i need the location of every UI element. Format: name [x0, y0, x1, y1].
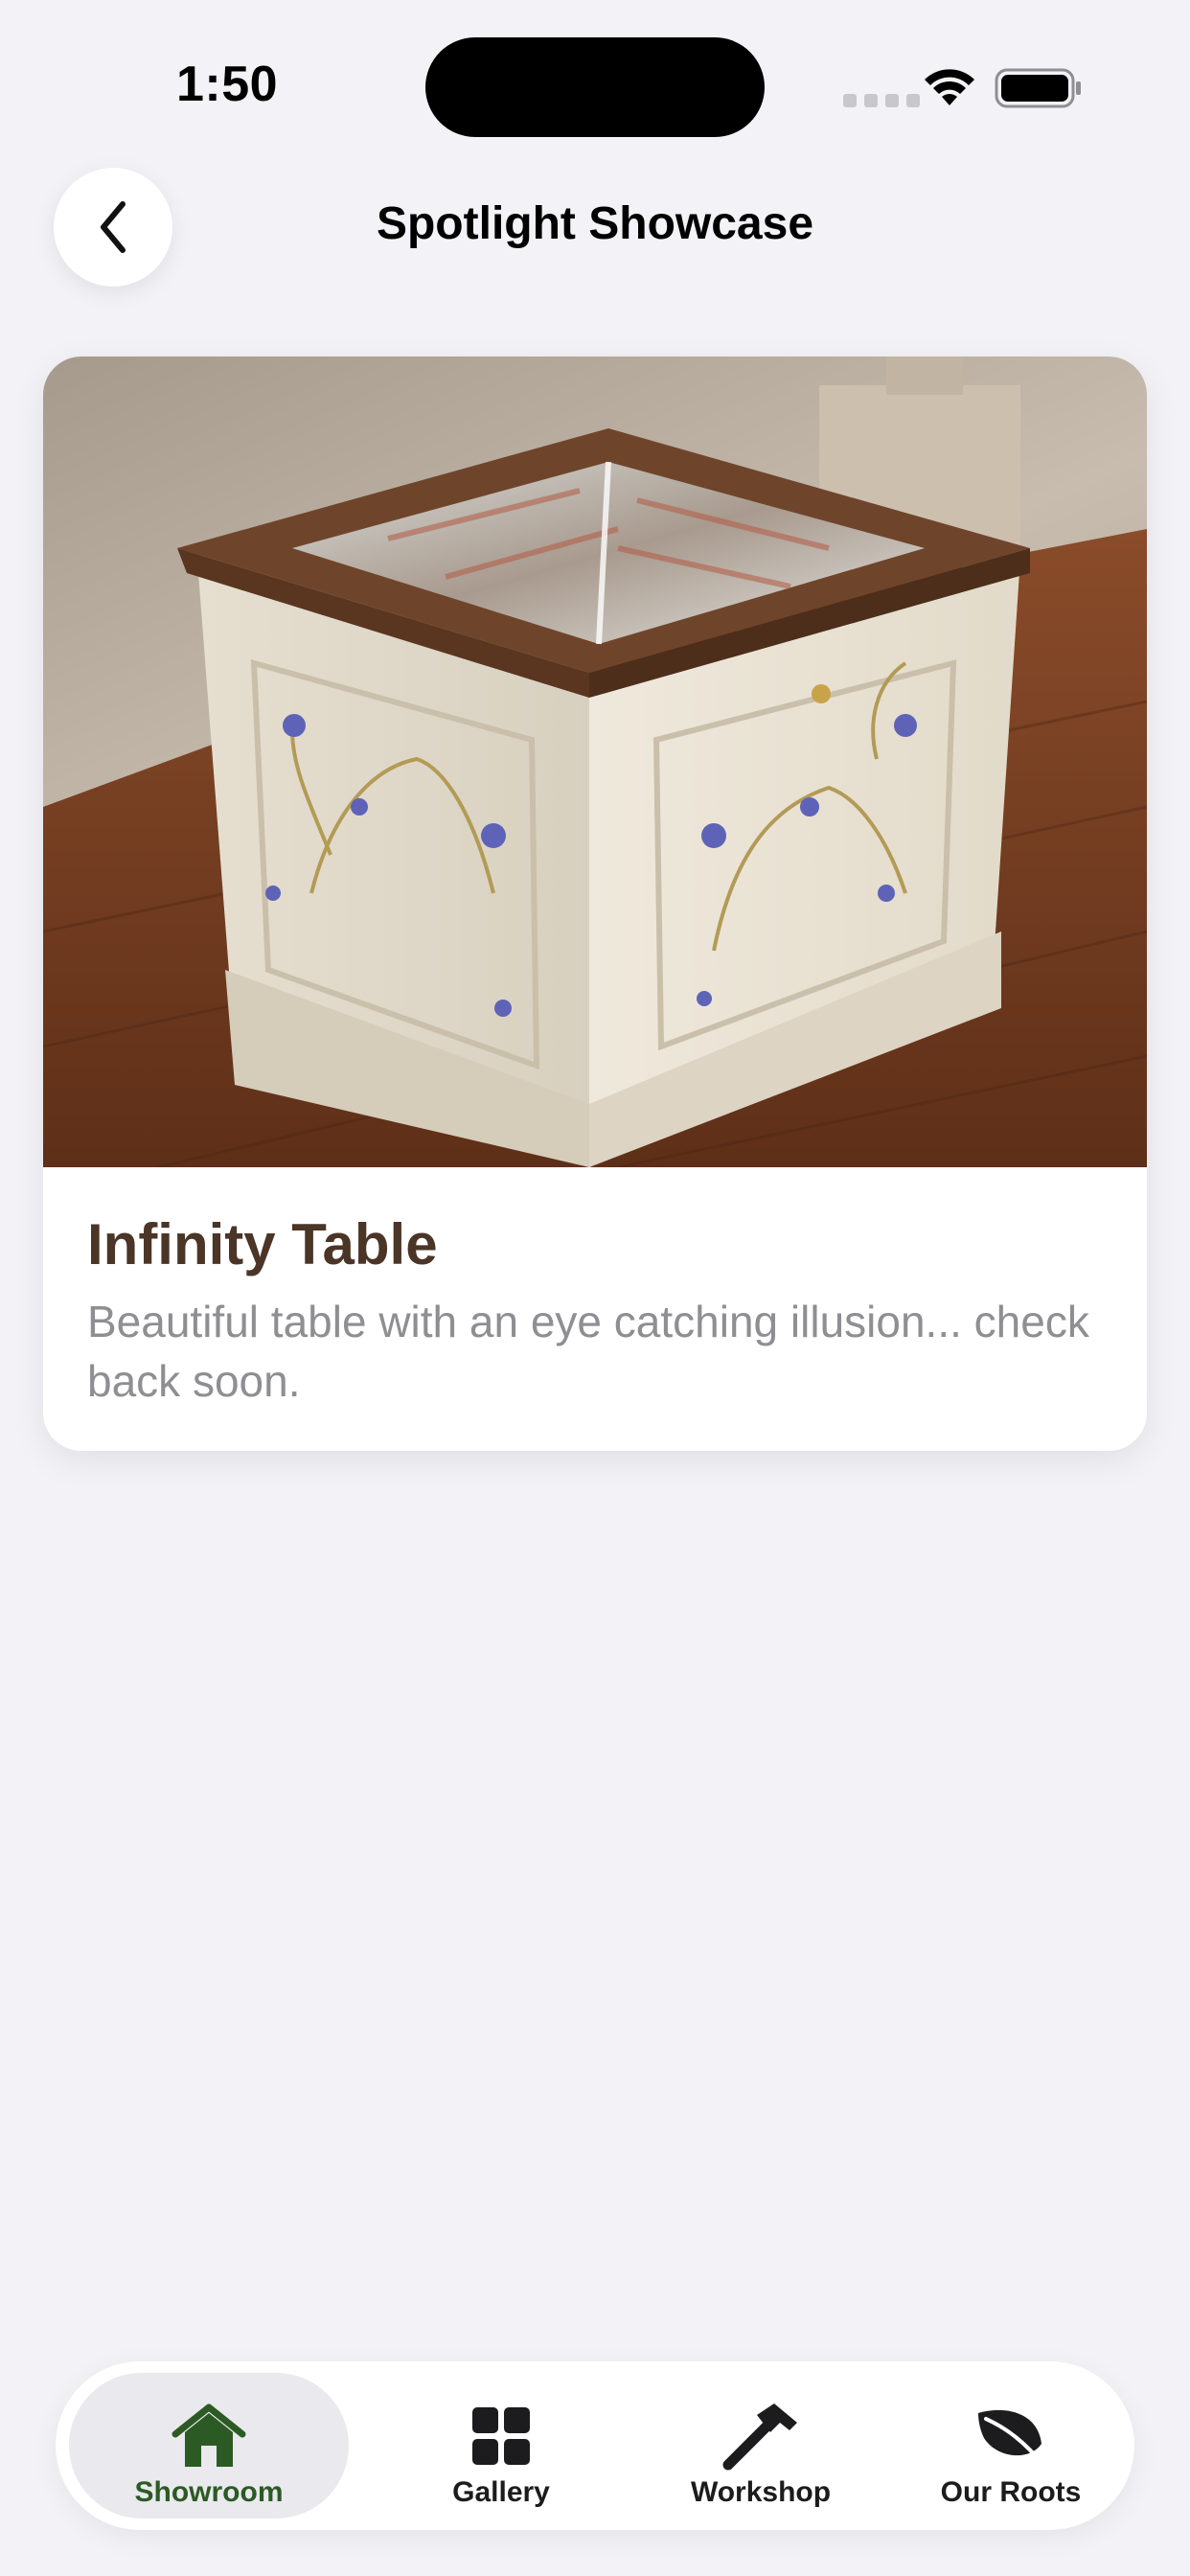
battery-icon — [995, 68, 1081, 108]
status-time: 1:50 — [176, 57, 279, 112]
card-title: Infinity Table — [87, 1212, 438, 1276]
showcase-card[interactable]: Infinity Table Beautiful table with an e… — [43, 356, 1147, 1451]
tab-showroom[interactable]: Showroom — [69, 2373, 349, 2518]
tab-bar: Showroom Gallery Workshop Our Roots — [56, 2361, 1134, 2530]
page-title: Spotlight Showcase — [376, 198, 814, 249]
wifi-icon — [925, 69, 974, 105]
leaf-icon — [974, 2402, 1047, 2471]
card-description: Beautiful table with an eye catching ill… — [87, 1297, 1089, 1406]
tab-label: Showroom — [134, 2476, 284, 2508]
house-icon — [172, 2402, 246, 2471]
grid-icon — [470, 2402, 532, 2471]
tab-label: Gallery — [452, 2476, 550, 2508]
cellular-signal-icon — [843, 94, 920, 107]
hammer-icon — [721, 2402, 801, 2471]
tab-gallery[interactable]: Gallery — [381, 2373, 621, 2518]
dynamic-island — [425, 37, 765, 137]
tab-our-roots[interactable]: Our Roots — [891, 2373, 1131, 2518]
tab-label: Our Roots — [940, 2476, 1082, 2508]
tab-workshop[interactable]: Workshop — [636, 2373, 885, 2518]
tab-label: Workshop — [690, 2476, 832, 2508]
infinity-table-image — [43, 356, 1147, 1167]
